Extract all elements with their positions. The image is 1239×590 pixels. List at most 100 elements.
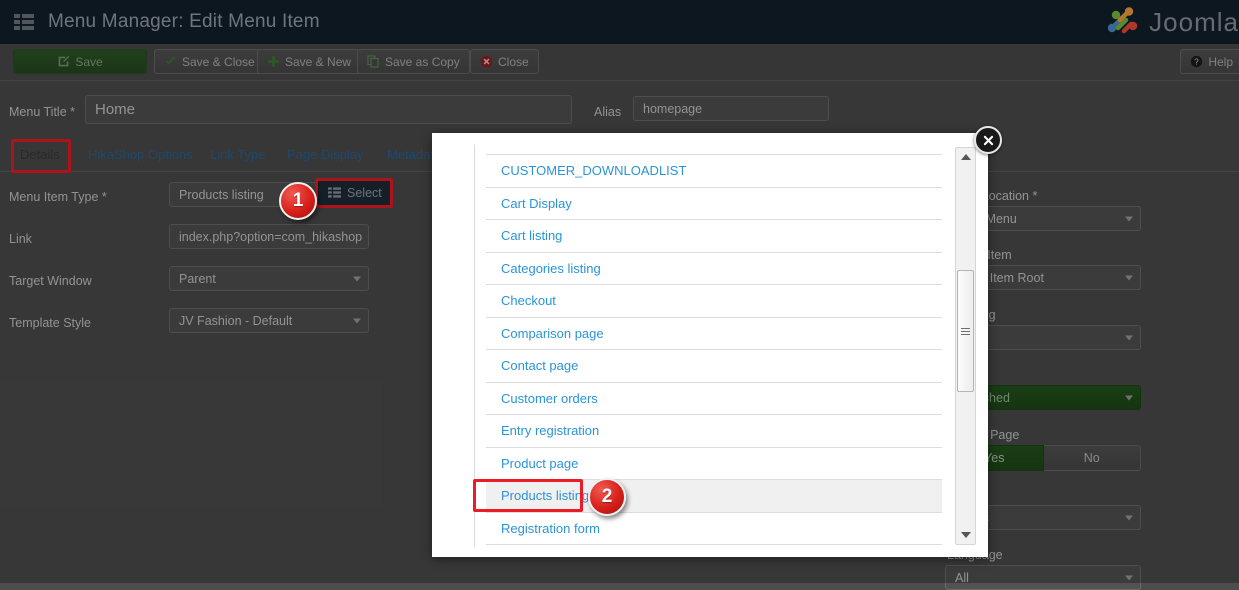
list-item[interactable]: Entry registration — [486, 414, 942, 447]
brand-name: Joomla — [1149, 6, 1239, 37]
list-item-label[interactable]: Entry registration — [501, 423, 599, 438]
target-window-value: Parent — [179, 271, 216, 286]
save-as-copy-label: Save as Copy — [385, 54, 460, 69]
template-style-label: Template Style — [9, 316, 91, 330]
list-item[interactable]: Comparison page — [486, 316, 942, 350]
menu-title-input[interactable]: Home — [85, 95, 572, 124]
list-item-partial — [486, 544, 942, 547]
svg-text:?: ? — [1195, 57, 1200, 66]
link-label: Link — [9, 232, 32, 246]
scrollbar-thumb[interactable] — [957, 270, 974, 392]
save-and-new-button[interactable]: Save & New — [257, 49, 362, 74]
tab-hikashop-options[interactable]: HikaShop Options — [78, 139, 203, 170]
list-item-products-listing[interactable]: Products listing — [486, 479, 942, 512]
list-item[interactable]: Cart listing — [486, 219, 942, 252]
link-input[interactable]: index.php?option=com_hikashop — [169, 224, 369, 249]
menu-item-type-list: CUSTOMER_DOWNLOADLIST Cart Display Cart … — [486, 145, 942, 547]
list-item-label[interactable]: Customer orders — [501, 391, 598, 406]
chevron-down-icon — [1125, 275, 1133, 280]
list-item[interactable]: Customer orders — [486, 381, 942, 415]
callout-badge-2: 2 — [588, 478, 626, 516]
tab-details[interactable]: Details — [10, 139, 70, 170]
check-icon — [164, 55, 177, 68]
save-and-new-label: Save & New — [285, 54, 352, 69]
tab-page-display[interactable]: Page Display — [277, 139, 374, 170]
save-pencil-icon — [57, 55, 70, 68]
list-item[interactable]: Contact page — [486, 349, 942, 382]
joomla-brand: Joomla — [1103, 4, 1239, 40]
save-as-copy-button[interactable]: Save as Copy — [357, 49, 470, 74]
title-row: Menu Title * Home Alias homepage — [0, 95, 1239, 127]
list-item-label[interactable]: CUSTOMER_DOWNLOADLIST — [501, 163, 686, 178]
plus-icon — [267, 55, 280, 68]
callout-badge-1: 1 — [279, 182, 317, 220]
chevron-down-icon — [1125, 515, 1133, 520]
chevron-down-icon — [1125, 216, 1133, 221]
list-item[interactable]: Cart Display — [486, 186, 942, 220]
list-item[interactable]: Categories listing — [486, 251, 942, 285]
field-template-style: Template Style JV Fashion - Default — [0, 304, 430, 346]
default-page-no-button[interactable]: No — [1043, 445, 1141, 471]
details-form: Menu Item Type * Products listing Select… — [0, 178, 430, 346]
header-bar: Menu Manager: Edit Menu Item Joomla — [0, 0, 1239, 44]
grid-menu-icon[interactable] — [14, 14, 34, 30]
language-select[interactable]: All — [945, 565, 1141, 590]
page-title: Menu Manager: Edit Menu Item — [48, 11, 320, 32]
list-item-label[interactable]: Cart Display — [501, 196, 572, 211]
menu-title-label: Menu Title * — [9, 105, 76, 119]
close-circle-icon — [480, 55, 493, 68]
menu-item-type-list-container: CUSTOMER_DOWNLOADLIST Cart Display Cart … — [474, 145, 942, 547]
list-item[interactable]: Product page — [486, 446, 942, 480]
list-item-label[interactable]: Products listing — [501, 488, 589, 503]
list-item[interactable]: Checkout — [486, 284, 942, 317]
copy-icon — [367, 55, 380, 68]
modal-scrollbar[interactable] — [955, 147, 976, 545]
menu-item-type-label: Menu Item Type * — [9, 190, 107, 204]
chevron-down-icon — [1125, 395, 1133, 400]
joomla-logo-icon — [1107, 7, 1138, 34]
scroll-down-arrow-icon[interactable] — [956, 526, 975, 544]
list-item-label[interactable]: Contact page — [501, 358, 578, 373]
language-value: All — [955, 570, 969, 585]
help-button[interactable]: ? Help — [1180, 49, 1239, 74]
alias-input[interactable]: homepage — [633, 96, 829, 121]
target-window-label: Target Window — [9, 274, 92, 288]
field-link: Link index.php?option=com_hikashop — [0, 220, 430, 262]
save-button[interactable]: Save — [13, 49, 147, 74]
close-button[interactable]: Close — [470, 49, 539, 74]
scroll-up-arrow-icon[interactable] — [956, 148, 975, 166]
chevron-down-icon — [353, 276, 361, 281]
list-item-label[interactable]: Checkout — [501, 293, 556, 308]
chevron-down-icon — [353, 318, 361, 323]
list-item-label[interactable]: Registration form — [501, 521, 600, 536]
grid-list-icon — [328, 186, 341, 200]
tab-link-type[interactable]: Link Type — [200, 139, 275, 170]
question-circle-icon: ? — [1190, 55, 1203, 68]
save-and-close-label: Save & Close — [182, 54, 255, 69]
list-item[interactable]: Registration form — [486, 511, 942, 545]
select-button-label: Select — [347, 186, 382, 200]
list-item-label[interactable]: Cart listing — [501, 228, 562, 243]
close-x-icon — [983, 135, 993, 145]
list-item-label[interactable]: Comparison page — [501, 326, 604, 341]
scrollbar-grip-icon — [961, 326, 970, 337]
toolbar: Save Save & Close Save & New Save as Cop… — [0, 44, 1239, 81]
select-button[interactable]: Select — [318, 180, 392, 206]
template-style-value: JV Fashion - Default — [179, 313, 293, 328]
menu-item-type-modal: CUSTOMER_DOWNLOADLIST Cart Display Cart … — [432, 133, 988, 557]
list-item-partial — [486, 145, 942, 154]
field-menu-item-type: Menu Item Type * Products listing Select — [0, 178, 430, 220]
list-item-label[interactable]: Categories listing — [501, 261, 601, 276]
list-item-label[interactable]: Product page — [501, 456, 578, 471]
list-item[interactable]: CUSTOMER_DOWNLOADLIST — [486, 154, 942, 187]
save-button-label: Save — [75, 54, 103, 69]
save-and-close-button[interactable]: Save & Close — [154, 49, 265, 74]
help-button-label: Help — [1208, 54, 1233, 69]
close-button-label: Close — [498, 54, 529, 69]
target-window-select[interactable]: Parent — [169, 266, 369, 291]
chevron-down-icon — [1125, 335, 1133, 340]
modal-close-button[interactable] — [974, 126, 1002, 154]
chevron-down-icon — [1125, 575, 1133, 580]
template-style-select[interactable]: JV Fashion - Default — [169, 308, 369, 333]
alias-label: Alias — [594, 105, 622, 119]
